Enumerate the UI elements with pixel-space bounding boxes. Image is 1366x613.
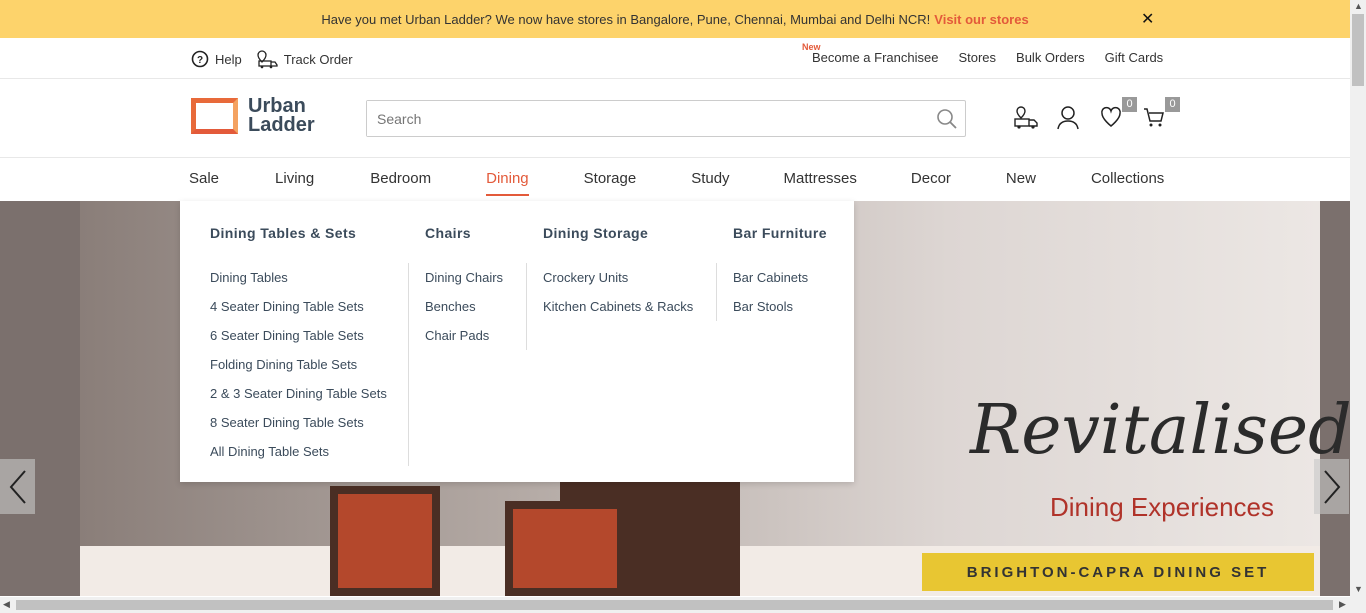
mega-link[interactable]: Folding Dining Table Sets <box>210 350 392 379</box>
carousel-prev-button[interactable] <box>0 459 35 514</box>
mega-link[interactable]: 6 Seater Dining Table Sets <box>210 321 392 350</box>
nav-mattresses[interactable]: Mattresses <box>784 170 857 196</box>
mega-link[interactable]: Dining Tables <box>210 263 392 292</box>
scrollbar-thumb[interactable] <box>1352 14 1364 86</box>
search-box <box>366 100 966 137</box>
nav-dining[interactable]: Dining <box>486 170 529 196</box>
bulk-orders-link[interactable]: Bulk Orders <box>1016 50 1085 65</box>
visit-stores-link[interactable]: Visit our stores <box>934 12 1028 27</box>
track-order-label: Track Order <box>283 51 353 67</box>
mega-link[interactable]: Bar Stools <box>733 292 833 321</box>
mega-link[interactable]: 2 & 3 Seater Dining Table Sets <box>210 379 392 408</box>
mega-column-chairs: Chairs Dining Chairs Benches Chair Pads <box>425 225 527 350</box>
chevron-right-icon <box>1323 469 1340 504</box>
dining-mega-menu: Dining Tables & Sets Dining Tables 4 Sea… <box>180 201 854 482</box>
top-utility-bar: ? Help Track Order New Become a Franchis… <box>0 38 1350 79</box>
promo-text: Have you met Urban Ladder? We now have s… <box>321 11 931 27</box>
mega-column-title: Dining Tables & Sets <box>210 225 357 241</box>
nav-study[interactable]: Study <box>691 170 729 196</box>
scroll-up-icon[interactable]: ▲ <box>1354 1 1363 11</box>
nav-collections[interactable]: Collections <box>1091 170 1164 196</box>
help-link[interactable]: ? Help <box>191 50 242 68</box>
mega-column-title: Dining Storage <box>543 225 649 241</box>
cart-icon[interactable]: 0 <box>1142 97 1180 131</box>
mega-column-dining-tables: Dining Tables & Sets Dining Tables 4 Sea… <box>210 225 409 466</box>
scroll-left-icon[interactable]: ◀ <box>3 599 10 610</box>
main-header: Urban Ladder 0 0 <box>0 79 1350 158</box>
search-input[interactable] <box>367 101 927 136</box>
stores-link[interactable]: Stores <box>958 50 996 65</box>
logo-mark-icon <box>191 98 238 134</box>
promo-bar: Have you met Urban Ladder? We now have s… <box>0 0 1350 38</box>
track-order-icon <box>257 50 278 69</box>
chair-image <box>505 501 625 596</box>
carousel-next-button[interactable] <box>1314 459 1349 514</box>
nav-storage[interactable]: Storage <box>584 170 637 196</box>
delivery-icon[interactable] <box>1013 105 1038 131</box>
mega-link[interactable]: Crockery Units <box>543 263 700 292</box>
nav-decor[interactable]: Decor <box>911 170 951 196</box>
scroll-down-icon[interactable]: ▼ <box>1354 584 1363 594</box>
mega-link[interactable]: Kitchen Cabinets & Racks <box>543 292 700 321</box>
track-order-link[interactable]: Track Order <box>256 49 353 69</box>
mega-link[interactable]: Bar Cabinets <box>733 263 833 292</box>
mega-column-dining-storage: Dining Storage Crockery Units Kitchen Ca… <box>543 225 717 321</box>
mega-link[interactable]: Dining Chairs <box>425 263 510 292</box>
logo[interactable]: Urban Ladder <box>191 96 315 136</box>
chair-image <box>330 486 440 596</box>
scrollbar-thumb[interactable] <box>16 600 1333 610</box>
vertical-scrollbar[interactable]: ▲ ▼ <box>1350 0 1366 597</box>
mega-link[interactable]: 8 Seater Dining Table Sets <box>210 408 392 437</box>
mega-link[interactable]: Benches <box>425 292 510 321</box>
svg-text:?: ? <box>197 55 203 66</box>
mega-column-title: Bar Furniture <box>733 225 827 241</box>
hero-headline: Revitalised <box>970 391 1350 470</box>
nav-sale[interactable]: Sale <box>189 170 219 196</box>
help-label: Help <box>215 51 242 67</box>
mega-column-bar-furniture: Bar Furniture Bar Cabinets Bar Stools <box>733 225 833 321</box>
nav-bedroom[interactable]: Bedroom <box>370 170 431 196</box>
horizontal-scrollbar[interactable]: ◀ ▶ <box>0 597 1366 613</box>
search-icon[interactable] <box>935 107 959 131</box>
help-icon: ? <box>191 50 209 68</box>
close-icon[interactable]: ✕ <box>1141 9 1154 29</box>
hero-subline: Dining Experiences <box>1050 492 1275 522</box>
logo-line2: Ladder <box>248 114 315 136</box>
nav-living[interactable]: Living <box>275 170 314 196</box>
gift-cards-link[interactable]: Gift Cards <box>1105 50 1164 65</box>
scroll-right-icon[interactable]: ▶ <box>1339 599 1346 610</box>
become-franchisee-link[interactable]: Become a Franchisee <box>812 50 938 65</box>
mega-column-title: Chairs <box>425 225 471 241</box>
nav-new[interactable]: New <box>1006 170 1036 196</box>
mega-link[interactable]: 4 Seater Dining Table Sets <box>210 292 392 321</box>
wishlist-icon[interactable]: 0 <box>1099 97 1137 131</box>
mega-link[interactable]: Chair Pads <box>425 321 510 350</box>
user-account-icon[interactable] <box>1056 105 1080 131</box>
chevron-left-icon <box>9 469 26 504</box>
cart-count-badge: 0 <box>1165 97 1180 112</box>
wishlist-count-badge: 0 <box>1122 97 1137 112</box>
main-nav: Sale Living Bedroom Dining Storage Study… <box>0 158 1350 201</box>
mega-link[interactable]: All Dining Table Sets <box>210 437 392 466</box>
hero-banner[interactable]: BRIGHTON-CAPRA DINING SET <box>922 553 1314 591</box>
